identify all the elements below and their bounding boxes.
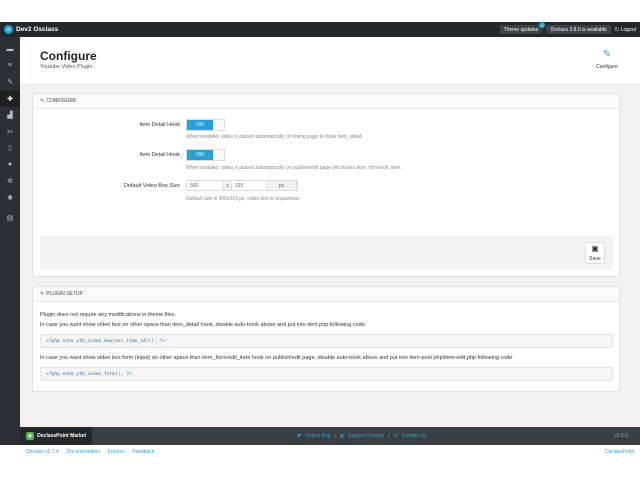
- separator: /: [334, 433, 336, 439]
- theme-updates-button[interactable]: Theme updates 1: [499, 22, 546, 34]
- configure-heading: CONFIGURE: [46, 98, 77, 104]
- plugin-setup-heading: PLUGIN SETUP: [46, 291, 83, 297]
- video-size-group: 560 x 315 px: [186, 180, 298, 191]
- separator: ·: [127, 449, 130, 455]
- page-subtitle: Youtube Video Plugin: [40, 64, 93, 70]
- main-content: Configure Youtube Video Plugin ✎ Configu…: [20, 37, 640, 427]
- configure-button[interactable]: ✎ Configure: [592, 49, 622, 70]
- top-bar-right: Theme updates 1 Osclass 3.8.0 is availab…: [499, 22, 636, 37]
- configure-label: Configure: [596, 64, 618, 70]
- item-detail-hook-hint: When enabled, video is placed automatica…: [186, 134, 364, 140]
- wrench-icon: ✎: [602, 49, 612, 60]
- market-label: OsclassPoint Market: [37, 433, 87, 439]
- report-bug-link[interactable]: Report Bug: [305, 433, 330, 439]
- size-separator: x: [223, 181, 232, 190]
- user-icon[interactable]: ●: [0, 157, 20, 174]
- save-button[interactable]: ▣ Save: [585, 242, 605, 264]
- page-title: Configure: [40, 49, 97, 63]
- support-forums-link[interactable]: Support Forums: [348, 433, 384, 439]
- brush-icon[interactable]: ✎: [0, 74, 20, 91]
- floppy-disk-icon: ▣: [591, 244, 599, 253]
- video-size-hint: Default size is 560x315 px, video box is…: [186, 196, 300, 202]
- osclasspoint-link[interactable]: OsclassPoint: [605, 445, 634, 459]
- brand-name: Dev2 Osclass: [16, 26, 59, 33]
- wrench-icon[interactable]: ✄: [0, 124, 20, 141]
- save-area: ▣ Save: [40, 236, 613, 270]
- item-form-hook-label: Item Detail Hook: [139, 152, 180, 158]
- page-header: Configure Youtube Video Plugin ✎ Configu…: [20, 37, 640, 85]
- briefcase-icon[interactable]: ▬: [0, 41, 20, 58]
- item-detail-hook-toggle[interactable]: ON: [186, 119, 225, 131]
- osclasspoint-market-link[interactable]: ◆ OsclassPoint Market: [20, 427, 93, 445]
- stats-icon[interactable]: ▟: [0, 107, 20, 124]
- settings-icon[interactable]: ✺: [0, 190, 20, 207]
- brand[interactable]: o Dev2 Osclass: [0, 22, 58, 37]
- plugin-setup-header: ✎ PLUGIN SETUP: [33, 287, 619, 302]
- video-height-input[interactable]: 315: [232, 181, 266, 190]
- theme-updates-label: Theme updates: [503, 26, 539, 33]
- osclass-logo-icon: o: [4, 25, 13, 34]
- document-icon[interactable]: ▯: [0, 140, 20, 157]
- envelope-icon: ✉: [393, 433, 398, 439]
- wrench-icon: ✎: [40, 291, 45, 297]
- gears-icon[interactable]: ✲: [0, 173, 20, 190]
- item-detail-hook-label: Item Detail Hook: [139, 122, 180, 128]
- setup-line-3: In case you want show video box form (in…: [40, 355, 514, 361]
- separator: ·: [61, 449, 64, 455]
- code-snippet-2[interactable]: <?php echo ytb_video_form(); ?>: [40, 367, 613, 381]
- osclass-version-link[interactable]: Osclass v3.7.4: [26, 449, 59, 455]
- item-form-hook-toggle[interactable]: ON: [186, 149, 225, 161]
- plugin-setup-panel: ✎ PLUGIN SETUP Plugin does not require a…: [32, 286, 620, 392]
- item-form-hook-hint: When enabled, video is placed automatica…: [186, 165, 402, 171]
- logout-link[interactable]: ⏻ Logout: [615, 27, 636, 33]
- top-bar: o Dev2 Osclass Theme updates 1 Osclass 3…: [0, 22, 640, 37]
- forums-link[interactable]: Forums: [108, 449, 125, 455]
- list-icon[interactable]: ≡: [0, 58, 20, 75]
- wrench-icon: ✎: [40, 98, 45, 104]
- video-size-label: Default Video Box Size: [123, 183, 180, 189]
- setup-line-1: Plugin does not require any modification…: [40, 312, 177, 318]
- logout-icon: ⏻: [614, 26, 619, 33]
- theme-updates-badge: 1: [539, 22, 546, 28]
- logout-label: Logout: [620, 26, 636, 33]
- code-snippet-1[interactable]: <?php echo ytb_video_box(osc_item_id());…: [40, 334, 613, 348]
- configure-panel: ✎ CONFIGURE Item Detail Hook ON When ena…: [32, 93, 620, 277]
- documentation-link[interactable]: Documentation: [66, 449, 100, 455]
- toggle-on-label: ON: [187, 150, 213, 160]
- separator: /: [388, 433, 390, 439]
- contact-us-link[interactable]: Contact Us: [402, 433, 427, 439]
- footer-bar: ◆ OsclassPoint Market ✱ Report Bug / ◉ S…: [20, 427, 640, 445]
- forums-icon: ◉: [339, 433, 345, 439]
- market-logo-icon: ◆: [26, 432, 34, 440]
- footer-links: ✱ Report Bug / ◉ Support Forums / ✉ Cont…: [297, 427, 426, 445]
- separator: ·: [103, 449, 105, 455]
- save-label: Save: [589, 256, 601, 262]
- bottom-strip: Osclass v3.7.4 · Documentation · Forums …: [20, 445, 640, 459]
- size-unit: px: [266, 181, 297, 190]
- setup-line-2: In case you want show video box on other…: [40, 322, 367, 328]
- feedback-link[interactable]: Feedback: [132, 449, 154, 455]
- database-icon[interactable]: ▤: [0, 210, 20, 227]
- plugin-version: v1.0.0: [614, 433, 628, 439]
- version-notice-button[interactable]: Osclass 3.8.0 is available: [546, 25, 611, 34]
- configure-panel-header: ✎ CONFIGURE: [33, 94, 619, 109]
- toggle-on-label: ON: [187, 120, 213, 130]
- bug-icon: ✱: [297, 433, 302, 439]
- video-width-input[interactable]: 560: [187, 181, 223, 190]
- puzzle-icon[interactable]: ✚: [0, 90, 20, 107]
- sidebar: ▬ ≡ ✎ ✚ ▟ ✄ ▯ ● ✲ ✺ ▤: [0, 37, 20, 445]
